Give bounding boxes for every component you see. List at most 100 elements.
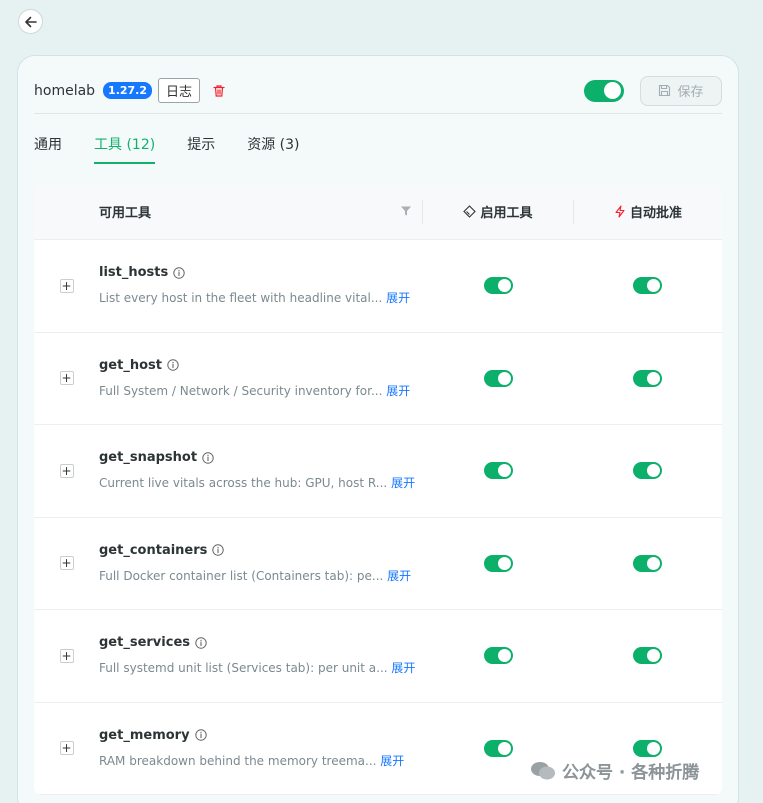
auto-approve-toggle[interactable] — [632, 647, 662, 665]
enable-tool-toggle[interactable] — [483, 647, 513, 665]
tool-description-text: Full System / Network / Security invento… — [99, 383, 383, 398]
server-name: homelab — [34, 82, 96, 99]
enable-cell — [423, 739, 573, 757]
tab-general[interactable]: 通用 — [34, 134, 62, 164]
enable-cell — [423, 462, 573, 480]
tool-name: get_memory — [99, 728, 422, 743]
tool-name-text: get_containers — [99, 542, 208, 558]
column-auto-label: 自动批准 — [629, 206, 682, 221]
tool-description: Full systemd unit list (Services tab): p… — [99, 659, 422, 676]
log-button[interactable]: 日志 — [158, 78, 201, 103]
save-icon — [659, 84, 671, 97]
tool-name-text: get_snapshot — [99, 450, 198, 466]
info-icon[interactable] — [212, 544, 225, 556]
tool-name-text: get_services — [99, 635, 190, 651]
tool-cell: get_memory RAM breakdown behind the memo… — [99, 728, 422, 769]
save-button[interactable]: 保存 — [640, 75, 722, 106]
column-tools-label: 可用工具 — [99, 206, 152, 221]
expand-row-button[interactable]: + — [34, 278, 99, 293]
expand-row-button[interactable]: + — [34, 463, 99, 478]
tool-cell: get_containers Full Docker container lis… — [99, 543, 422, 584]
info-icon[interactable] — [173, 267, 185, 279]
expand-description-link[interactable]: 展开 — [386, 291, 410, 305]
expand-row-button[interactable]: + — [34, 648, 99, 663]
plus-icon: + — [59, 741, 74, 756]
table-row: + get_services Full systemd unit list (S… — [34, 610, 722, 703]
enable-cell — [423, 647, 573, 665]
plus-icon: + — [59, 556, 74, 571]
plus-icon: + — [59, 463, 74, 478]
tool-description: List every host in the fleet with headli… — [99, 289, 422, 306]
tool-name: get_host — [99, 358, 422, 373]
tool-name-text: get_memory — [99, 727, 190, 743]
auto-approve-toggle[interactable] — [632, 554, 662, 572]
enable-tool-toggle[interactable] — [483, 739, 513, 757]
delete-button[interactable] — [212, 84, 226, 98]
enable-cell — [423, 369, 573, 387]
tab-resources[interactable]: 资源 (3) — [247, 134, 299, 164]
auto-approve-cell — [573, 554, 721, 572]
auto-approve-cell — [573, 647, 721, 665]
auto-approve-cell — [573, 739, 721, 757]
tool-name: get_services — [99, 635, 422, 650]
expand-description-link[interactable]: 展开 — [391, 661, 415, 675]
enable-tool-toggle[interactable] — [483, 462, 513, 480]
tool-description-text: Full Docker container list (Containers t… — [99, 568, 384, 583]
tool-cell: get_host Full System / Network / Securit… — [99, 358, 422, 399]
info-icon[interactable] — [167, 359, 179, 371]
wechat-icon — [531, 761, 555, 779]
tool-description-text: Full systemd unit list (Services tab): p… — [99, 661, 388, 676]
column-enable-label: 启用工具 — [480, 206, 533, 221]
auto-approve-toggle[interactable] — [632, 462, 662, 480]
auto-approve-toggle[interactable] — [632, 277, 662, 295]
layers-icon — [463, 205, 477, 218]
expand-description-link[interactable]: 展开 — [387, 569, 411, 583]
watermark: 公众号 · 各种折腾 — [530, 758, 699, 783]
tool-description-text: RAM breakdown behind the memory treema..… — [99, 753, 377, 768]
plus-icon: + — [59, 371, 74, 386]
enable-cell — [423, 554, 573, 572]
server-enable-toggle[interactable] — [584, 79, 624, 102]
tool-description: Full System / Network / Security invento… — [99, 382, 422, 399]
expand-row-button[interactable]: + — [34, 741, 99, 756]
auto-approve-toggle[interactable] — [632, 739, 662, 757]
tab-tools[interactable]: 工具 (12) — [94, 134, 156, 164]
enable-tool-toggle[interactable] — [483, 554, 513, 572]
auto-approve-cell — [573, 277, 721, 295]
version-badge: 1.27.2 — [103, 82, 153, 99]
table-row: + get_snapshot Current live vitals acros… — [34, 425, 722, 518]
auto-approve-cell — [573, 462, 721, 480]
expand-row-button[interactable]: + — [34, 371, 99, 386]
lightning-icon — [615, 205, 625, 218]
info-icon[interactable] — [202, 452, 214, 464]
filter-icon[interactable] — [400, 205, 412, 217]
table-header: 可用工具 启用工具 自动批准 — [34, 184, 722, 240]
info-icon[interactable] — [195, 637, 207, 649]
expand-description-link[interactable]: 展开 — [380, 754, 404, 768]
tool-name-text: list_hosts — [99, 265, 169, 281]
plus-icon: + — [59, 278, 74, 293]
table-row: + get_containers Full Docker container l… — [34, 518, 722, 610]
tab-bar: 通用 工具 (12) 提示 资源 (3) — [34, 134, 299, 164]
tool-cell: get_snapshot Current live vitals across … — [99, 450, 422, 491]
tool-description-text: List every host in the fleet with headli… — [99, 291, 383, 306]
enable-tool-toggle[interactable] — [483, 369, 513, 387]
enable-cell — [423, 277, 573, 295]
column-tools: 可用工具 — [34, 184, 422, 239]
enable-tool-toggle[interactable] — [483, 277, 513, 295]
tool-name-text: get_host — [99, 357, 162, 373]
auto-approve-cell — [573, 369, 721, 387]
column-enable: 启用工具 — [423, 202, 573, 221]
expand-description-link[interactable]: 展开 — [391, 476, 415, 490]
info-icon[interactable] — [194, 729, 207, 741]
table-row: + get_host Full System / Network / Secur… — [34, 333, 722, 425]
card-header: homelab 1.27.2 日志 保存 — [34, 74, 722, 114]
tab-prompts[interactable]: 提示 — [187, 134, 215, 164]
expand-row-button[interactable]: + — [34, 556, 99, 571]
tool-description-text: Current live vitals across the hub: GPU,… — [99, 476, 388, 491]
column-auto-approve: 自动批准 — [574, 202, 722, 221]
auto-approve-toggle[interactable] — [632, 369, 662, 387]
back-button[interactable] — [18, 9, 43, 34]
table-body: + list_hosts List every host in the flee… — [34, 240, 722, 795]
expand-description-link[interactable]: 展开 — [386, 384, 410, 398]
